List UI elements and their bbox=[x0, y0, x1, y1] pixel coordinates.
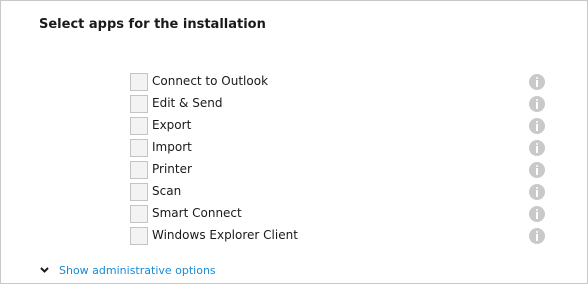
info-icon[interactable] bbox=[529, 162, 545, 178]
app-row-connect-to-outlook[interactable]: Connect to Outlook bbox=[130, 73, 548, 91]
info-icon[interactable] bbox=[529, 96, 545, 112]
app-label: Printer bbox=[152, 162, 192, 176]
info-icon[interactable] bbox=[529, 206, 545, 222]
app-row-export[interactable]: Export bbox=[130, 117, 548, 135]
app-checkbox[interactable] bbox=[130, 139, 148, 157]
info-icon[interactable] bbox=[529, 74, 545, 90]
app-label: Export bbox=[152, 118, 192, 132]
app-checkbox[interactable] bbox=[130, 73, 148, 91]
app-row-windows-explorer-client[interactable]: Windows Explorer Client bbox=[130, 227, 548, 245]
app-row-printer[interactable]: Printer bbox=[130, 161, 548, 179]
app-label: Connect to Outlook bbox=[152, 74, 269, 88]
app-row-import[interactable]: Import bbox=[130, 139, 548, 157]
page-title: Select apps for the installation bbox=[39, 17, 266, 32]
app-row-scan[interactable]: Scan bbox=[130, 183, 548, 201]
app-label: Smart Connect bbox=[152, 206, 242, 220]
install-apps-panel: Select apps for the installation Connect… bbox=[0, 0, 588, 284]
app-checkbox[interactable] bbox=[130, 95, 148, 113]
info-icon[interactable] bbox=[529, 118, 545, 134]
show-admin-options-link[interactable]: Show administrative options bbox=[59, 264, 216, 277]
chevron-down-icon[interactable] bbox=[39, 265, 50, 275]
app-row-edit-send[interactable]: Edit & Send bbox=[130, 95, 548, 113]
app-checkbox[interactable] bbox=[130, 161, 148, 179]
app-checkbox[interactable] bbox=[130, 205, 148, 223]
app-label: Windows Explorer Client bbox=[152, 228, 298, 242]
app-checkbox[interactable] bbox=[130, 117, 148, 135]
info-icon[interactable] bbox=[529, 184, 545, 200]
app-label: Scan bbox=[152, 184, 182, 198]
app-label: Import bbox=[152, 140, 192, 154]
app-label: Edit & Send bbox=[152, 96, 223, 110]
app-checkbox[interactable] bbox=[130, 183, 148, 201]
info-icon[interactable] bbox=[529, 140, 545, 156]
app-checkbox[interactable] bbox=[130, 227, 148, 245]
app-row-smart-connect[interactable]: Smart Connect bbox=[130, 205, 548, 223]
info-icon[interactable] bbox=[529, 228, 545, 244]
